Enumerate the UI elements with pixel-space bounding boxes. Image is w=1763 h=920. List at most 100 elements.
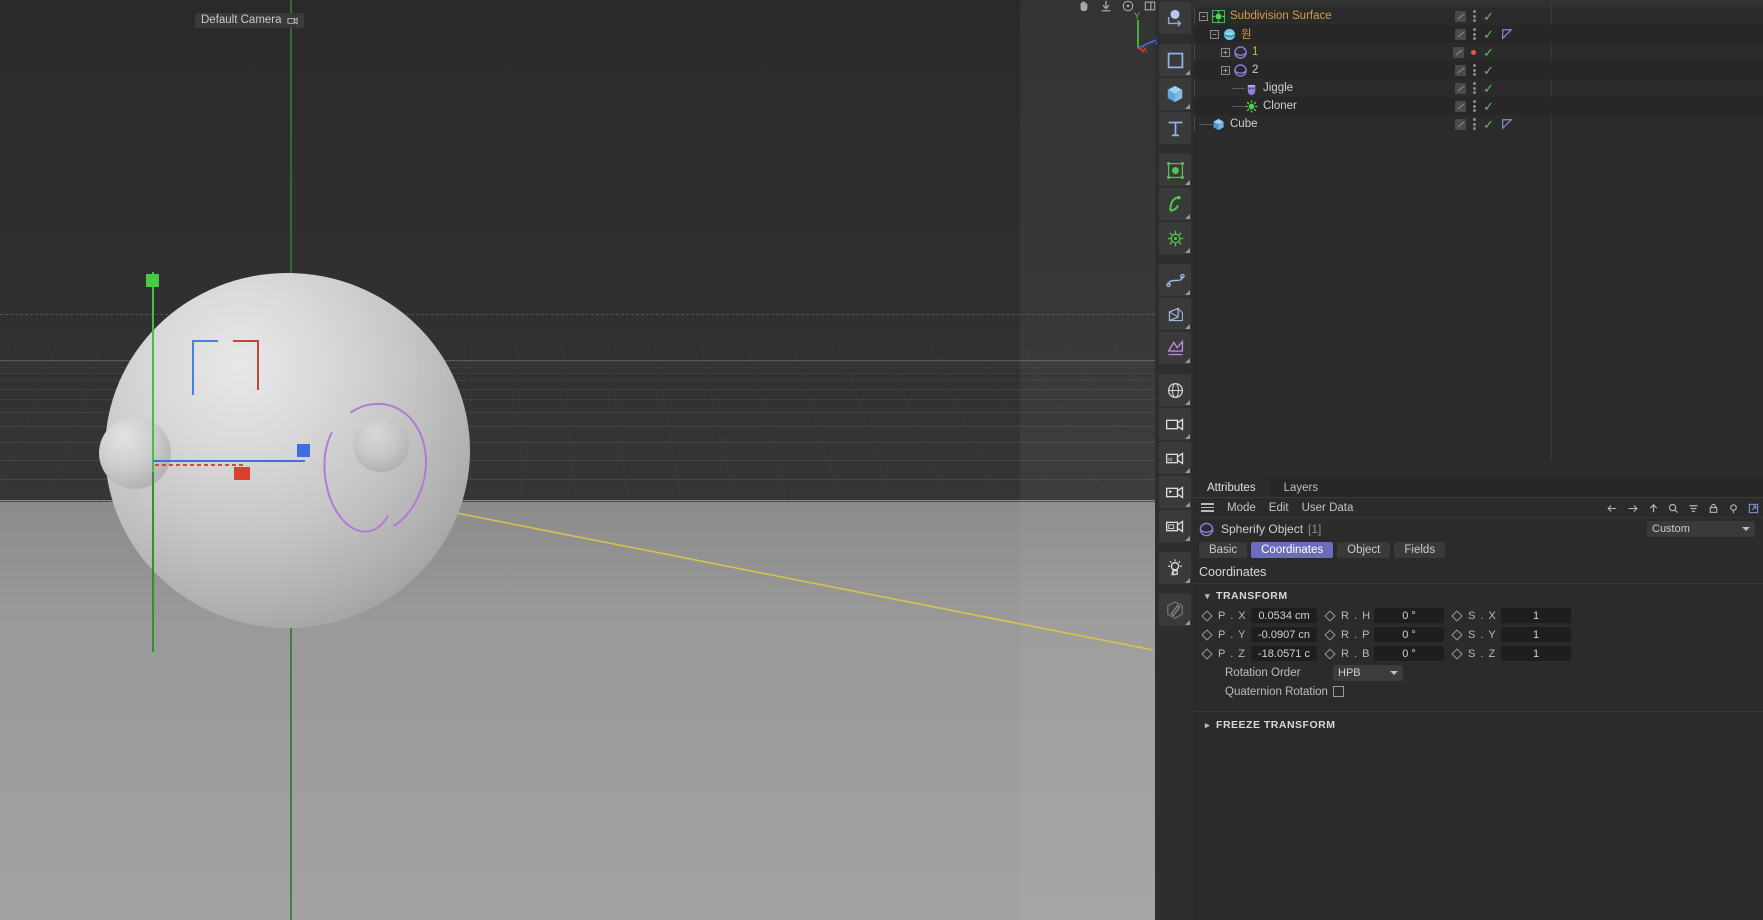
vertical-toolbar[interactable]: st st	[1157, 0, 1193, 920]
menu-mode[interactable]: Mode	[1227, 502, 1256, 514]
hamburger-icon[interactable]	[1201, 503, 1214, 512]
keyframe-diamond-icon[interactable]	[1324, 609, 1336, 622]
object-manager-row[interactable]: − Subdivision Surface ✓	[1193, 7, 1763, 25]
object-enabled-check[interactable]: ✓	[1483, 64, 1494, 77]
position-y-input[interactable]: -0.0907 cn	[1251, 627, 1317, 642]
scale-z-input[interactable]: 1	[1501, 646, 1571, 661]
frame-icon[interactable]	[1144, 0, 1156, 12]
viewport-3d[interactable]: Default Camera Y Z X	[0, 0, 1300, 920]
object-name[interactable]: Jiggle	[1263, 82, 1293, 94]
object-manager-row[interactable]: Jiggle ✓	[1193, 79, 1763, 97]
rotation-order-select[interactable]: HPB	[1333, 664, 1403, 681]
attributes-menu-bar[interactable]: Mode Edit User Data	[1193, 498, 1763, 518]
object-layer-flag-icon[interactable]	[1501, 28, 1513, 40]
keyframe-diamond-icon[interactable]	[1201, 609, 1213, 622]
keyframe-diamond-icon[interactable]	[1451, 647, 1463, 660]
toolbar-tracker-camera-icon[interactable]	[1159, 510, 1191, 542]
toolbar-cube-primitive-icon[interactable]	[1159, 78, 1191, 110]
toolbar-sketch-material-icon[interactable]	[1159, 594, 1191, 626]
quaternion-rotation-row[interactable]: Quaternion Rotation	[1193, 682, 1763, 701]
subtab-coordinates[interactable]: Coordinates	[1251, 542, 1334, 558]
object-visibility-dots[interactable]	[1473, 82, 1477, 94]
gizmo-x-axis[interactable]	[155, 464, 245, 466]
object-row-controls[interactable]: ✓	[1455, 61, 1513, 79]
expand-icon[interactable]: +	[1221, 47, 1230, 57]
object-enabled-check[interactable]: ✓	[1483, 28, 1494, 41]
toolbar-rectangle-select-icon[interactable]	[1159, 44, 1191, 76]
menu-user-data[interactable]: User Data	[1302, 502, 1354, 514]
attributes-subtab-bar[interactable]: Basic Coordinates Object Fields	[1193, 540, 1763, 560]
gizmo-z-axis[interactable]	[153, 460, 305, 462]
toolbar-scene-object-icon[interactable]	[1159, 222, 1191, 254]
keyframe-diamond-icon[interactable]	[1451, 628, 1463, 641]
popout-icon[interactable]	[1748, 503, 1759, 514]
object-manager-row[interactable]: − 원 ✓	[1193, 25, 1763, 43]
object-visibility-dots[interactable]	[1473, 10, 1477, 22]
move-down-icon[interactable]	[1100, 0, 1112, 12]
keyframe-diamond-icon[interactable]	[1324, 647, 1336, 660]
object-visibility-dots[interactable]	[1473, 118, 1477, 130]
position-y-cell[interactable]: P . Y -0.0907 cn	[1201, 627, 1317, 642]
transform-row[interactable]: P . X 0.0534 cm R . H0 ° S . X 1	[1201, 606, 1763, 625]
position-z-input[interactable]: -18.0571 c	[1251, 646, 1317, 661]
filter-icon[interactable]	[1688, 503, 1699, 514]
gizmo-y-axis[interactable]	[152, 272, 154, 472]
object-row-controls[interactable]: ✓	[1455, 97, 1513, 115]
attributes-menu-icons[interactable]	[1606, 498, 1759, 518]
scale-y-cell[interactable]: S . Y 1	[1451, 627, 1571, 642]
object-manager-row[interactable]: +1 ✓	[1193, 43, 1763, 61]
position-z-cell[interactable]: P . Z -18.0571 c	[1201, 646, 1317, 661]
object-manager-row[interactable]: Cube ✓	[1193, 115, 1763, 133]
keyframe-diamond-icon[interactable]	[1201, 647, 1213, 660]
object-manager-row[interactable]: +2 ✓	[1193, 61, 1763, 79]
object-tag-slot[interactable]	[1453, 46, 1465, 58]
menu-edit[interactable]: Edit	[1269, 502, 1289, 514]
object-manager[interactable]: − Subdivision Surface ✓ − 원 ✓ +1 ✓ +2 ✓ Jiggle ✓ Clo…	[1193, 0, 1763, 478]
back-arrow-icon[interactable]	[1606, 503, 1618, 514]
object-manager-tree[interactable]: − Subdivision Surface ✓ − 원 ✓ +1 ✓ +2 ✓ Jiggle ✓ Clo…	[1193, 7, 1763, 133]
scale-x-cell[interactable]: S . X 1	[1451, 608, 1571, 623]
forward-arrow-icon[interactable]	[1627, 503, 1639, 514]
tab-layers[interactable]: Layers	[1270, 479, 1333, 497]
tab-attributes[interactable]: Attributes	[1193, 479, 1270, 497]
toolbar-spline-pen-icon[interactable]	[1159, 264, 1191, 296]
object-name[interactable]: Cloner	[1263, 100, 1297, 112]
object-tag-slot[interactable]	[1455, 10, 1467, 22]
rotation-b-cell[interactable]: R . B0 °	[1324, 646, 1444, 661]
rotation-b-input[interactable]: 0 °	[1374, 646, 1444, 661]
toolbar-motion-camera-icon[interactable]	[1159, 476, 1191, 508]
search-icon[interactable]	[1668, 503, 1679, 514]
collapse-icon[interactable]: −	[1210, 29, 1219, 39]
position-x-cell[interactable]: P . X 0.0534 cm	[1201, 608, 1317, 623]
object-enabled-check[interactable]: ✓	[1483, 46, 1494, 59]
lock-icon[interactable]	[1708, 503, 1719, 514]
object-row-controls[interactable]: ✓	[1455, 25, 1513, 43]
subtab-fields[interactable]: Fields	[1394, 542, 1446, 558]
quaternion-checkbox[interactable]	[1333, 686, 1344, 697]
gizmo-z-handle[interactable]	[297, 444, 310, 457]
keyframe-diamond-icon[interactable]	[1324, 628, 1336, 641]
object-visibility-dots[interactable]	[1473, 64, 1477, 76]
toolbar-mograph-icon[interactable]	[1159, 154, 1191, 186]
attributes-object-header[interactable]: Spherify Object [1] Custom	[1193, 518, 1763, 540]
object-enabled-check[interactable]: ✓	[1483, 100, 1494, 113]
scale-x-input[interactable]: 1	[1501, 608, 1571, 623]
position-x-input[interactable]: 0.0534 cm	[1251, 608, 1317, 623]
object-enabled-check[interactable]: ✓	[1483, 82, 1494, 95]
object-name[interactable]: 1	[1252, 46, 1258, 58]
toolbar-stage-camera-icon[interactable]: st	[1159, 442, 1191, 474]
viewport-camera-label[interactable]: Default Camera	[195, 13, 304, 28]
object-row-controls[interactable]: ✓	[1453, 43, 1513, 61]
up-arrow-icon[interactable]	[1648, 503, 1659, 514]
toolbar-light-icon[interactable]: st	[1159, 552, 1191, 584]
subtab-basic[interactable]: Basic	[1199, 542, 1248, 558]
object-layer-flag-icon[interactable]	[1501, 118, 1513, 130]
attributes-tab-bar[interactable]: Attributes Layers	[1193, 478, 1763, 498]
object-name[interactable]: 2	[1252, 64, 1258, 76]
toolbar-mesh-tool-icon[interactable]	[1159, 298, 1191, 330]
expand-icon[interactable]: +	[1221, 65, 1230, 75]
attributes-panel[interactable]: Attributes Layers Mode Edit User Data Sp…	[1193, 478, 1763, 920]
object-name[interactable]: Cube	[1230, 118, 1258, 130]
object-visibility-dots[interactable]	[1471, 49, 1477, 55]
rotation-p-cell[interactable]: R . P0 °	[1324, 627, 1444, 642]
